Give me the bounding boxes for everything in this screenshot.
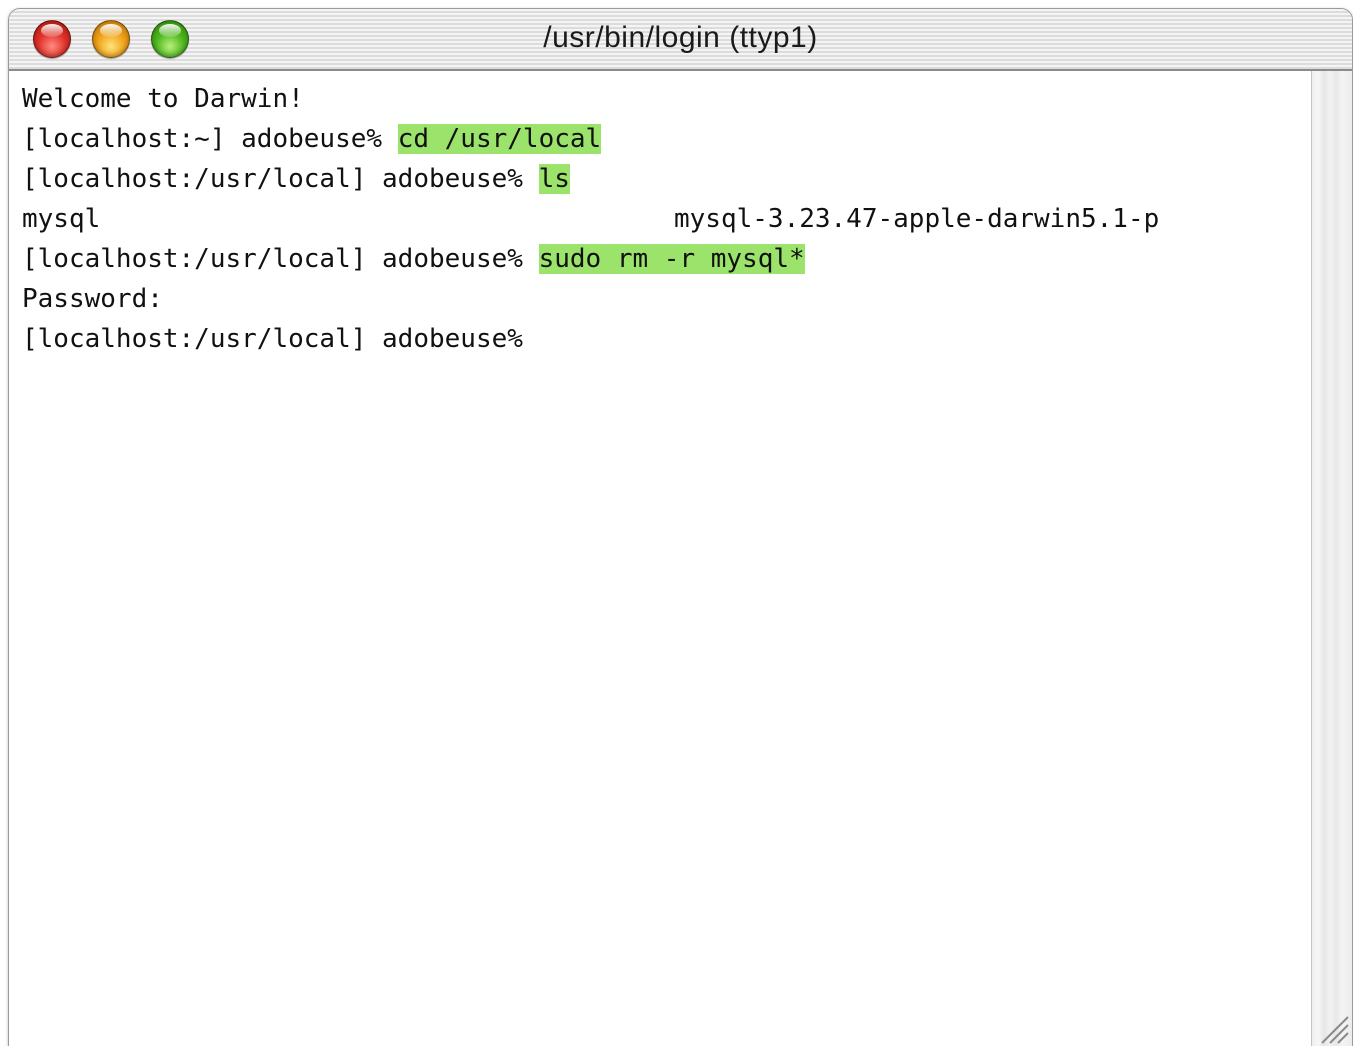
prompt: [localhost:~] adobeuse% <box>22 124 398 154</box>
command-highlight: ls <box>538 164 570 194</box>
resize-grip-icon[interactable] <box>1312 1007 1352 1046</box>
terminal-line: Welcome to Darwin! <box>22 81 304 117</box>
terminal-line: [localhost:/usr/local] adobeuse% <box>22 321 523 357</box>
terminal-line: mysql mysql-3.23.47-apple-darwin5.1-p <box>22 201 1222 237</box>
command-highlight: sudo rm -r mysql* <box>538 244 805 274</box>
welcome-text: Welcome to Darwin! <box>22 84 304 114</box>
prompt: [localhost:/usr/local] adobeuse% <box>22 164 539 194</box>
listing-entry: mysql <box>22 204 101 234</box>
window-title: /usr/bin/login (ttyp1) <box>543 21 818 54</box>
listing-entry: mysql-3.23.47-apple-darwin5.1-p <box>674 204 1160 234</box>
terminal-line: Password: <box>22 281 163 317</box>
prompt: [localhost:/usr/local] adobeuse% <box>22 244 539 274</box>
prompt: [localhost:/usr/local] adobeuse% <box>22 324 523 354</box>
vertical-scrollbar[interactable] <box>1311 71 1352 1046</box>
terminal-line: [localhost:~] adobeuse% cd /usr/local <box>22 121 602 157</box>
terminal-window: /usr/bin/login (ttyp1) Welcome to Darwin… <box>8 8 1353 1046</box>
command-highlight: cd /usr/local <box>397 124 602 154</box>
terminal-output[interactable]: Welcome to Darwin! [localhost:~] adobeus… <box>9 71 1312 1046</box>
password-prompt: Password: <box>22 284 163 314</box>
terminal-line: [localhost:/usr/local] adobeuse% sudo rm… <box>22 241 805 277</box>
terminal-line: [localhost:/usr/local] adobeuse% ls <box>22 161 570 197</box>
title-bar[interactable]: /usr/bin/login (ttyp1) <box>9 9 1352 71</box>
